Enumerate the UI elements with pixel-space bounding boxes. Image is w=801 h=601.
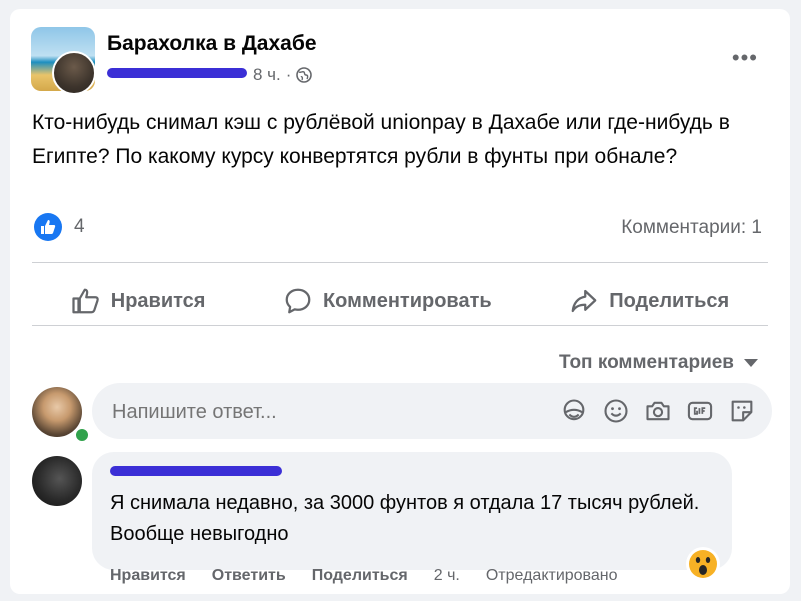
globe-icon (296, 67, 313, 83)
commenter-avatar[interactable] (32, 456, 82, 506)
comments-count-link[interactable]: Комментарии: 1 (621, 217, 762, 239)
avatar-sticker-icon[interactable] (560, 397, 588, 425)
post-meta: 8 ч. · (107, 65, 313, 85)
share-button[interactable]: Поделиться (569, 286, 729, 316)
reply-box[interactable] (92, 383, 772, 441)
post-text: Кто-нибудь снимал кэш с рублёвой unionpa… (32, 111, 730, 168)
author-avatar[interactable] (52, 51, 96, 95)
gif-icon[interactable] (686, 397, 714, 425)
reactions-count[interactable]: 4 (74, 216, 85, 238)
author-name-redacted[interactable] (107, 68, 247, 78)
comment-button[interactable]: Комментировать (283, 286, 492, 316)
like-button-label: Нравится (110, 289, 206, 312)
divider (32, 262, 768, 263)
reactions-summary[interactable]: 4 (34, 213, 85, 241)
share-button-label: Поделиться (609, 289, 730, 312)
comment-share-link[interactable]: Поделиться (312, 567, 408, 585)
comment-button-label: Комментировать (322, 289, 492, 312)
share-icon (571, 289, 597, 313)
camera-icon[interactable] (644, 397, 672, 425)
comment-icon (285, 288, 311, 314)
meta-separator: · (285, 65, 292, 84)
online-status-indicator (74, 427, 90, 443)
divider (32, 325, 768, 326)
sort-comments-label: Топ комментариев (559, 352, 734, 373)
post-card: Барахолка в Дахабе 8 ч. · ••• Кто-нибудь… (10, 9, 790, 594)
comment-text: Я снимала недавно, за 3000 фунтов я отда… (110, 492, 700, 545)
comment-reply-link[interactable]: Ответить (212, 567, 286, 585)
like-icon (72, 288, 99, 314)
commenter-name-redacted[interactable] (110, 466, 282, 476)
comment-bubble: Я снимала недавно, за 3000 фунтов я отда… (92, 452, 732, 570)
like-reaction-icon (34, 213, 62, 241)
comment-like-link[interactable]: Нравится (110, 567, 186, 585)
sticker-icon[interactable] (728, 397, 756, 425)
comment-actions: Нравится Ответить Поделиться 2 ч. Отреда… (110, 567, 644, 585)
chevron-down-icon (744, 359, 758, 367)
group-name-link[interactable]: Барахолка в Дахабе (107, 32, 317, 56)
reply-tools (560, 397, 756, 425)
like-button[interactable]: Нравится (71, 286, 206, 316)
comment-edited-label: Отредактировано (485, 567, 618, 584)
wow-reaction-icon[interactable] (686, 547, 720, 581)
more-options-icon[interactable]: ••• (732, 45, 758, 71)
post-time[interactable]: 8 ч. (253, 65, 281, 85)
reply-input[interactable] (110, 383, 494, 441)
comment-time[interactable]: 2 ч. (434, 567, 460, 585)
sort-comments-dropdown[interactable]: Топ комментариев (559, 352, 758, 374)
post-actions-bar: Нравится Комментировать Поделиться (32, 271, 768, 331)
emoji-icon[interactable] (602, 397, 630, 425)
